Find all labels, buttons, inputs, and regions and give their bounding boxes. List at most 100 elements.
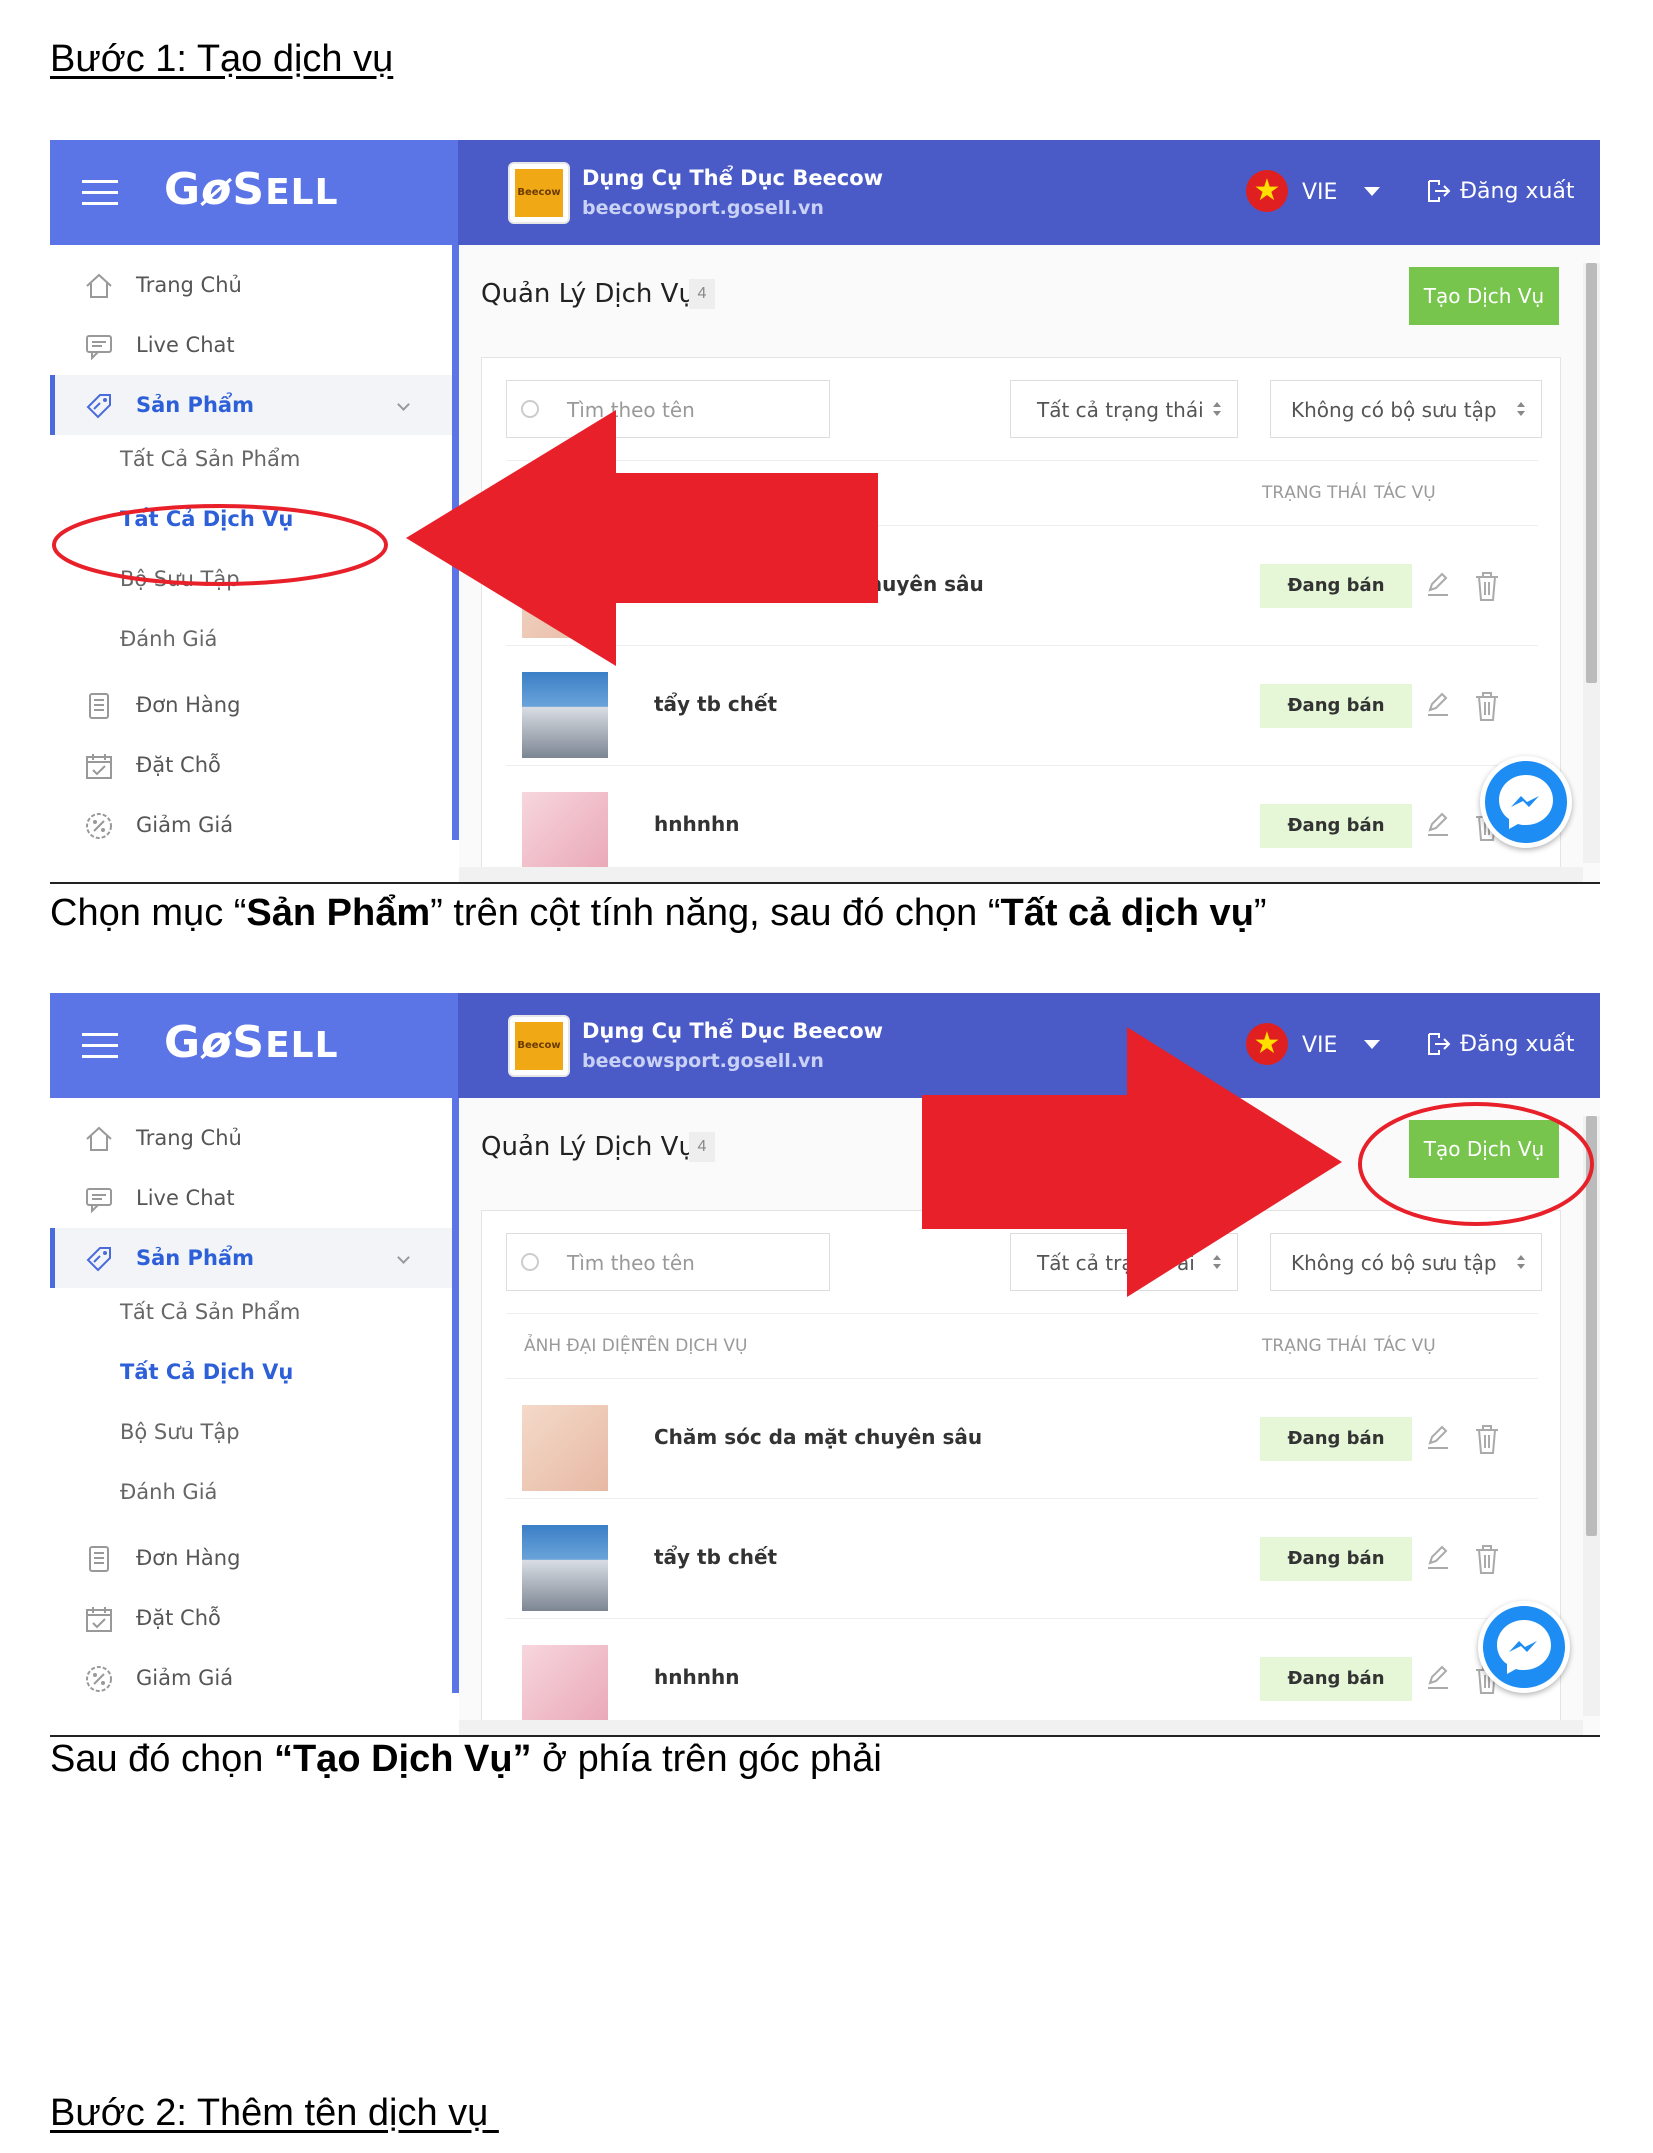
sidebar-item-products[interactable]: Sản Phẩm (50, 375, 452, 435)
sidebar-item-label: Đơn Hàng (136, 693, 241, 717)
main-content: Quản Lý Dịch Vụ 4 Tạo Dịch Vụ Tìm theo t… (459, 1098, 1600, 1735)
sidebar-item-label: Sản Phẩm (136, 1246, 254, 1270)
sidebar-item-discount[interactable]: Giảm Giá (50, 795, 452, 855)
logout-button[interactable]: Đăng xuất (1460, 1032, 1575, 1057)
sidebar: Trang Chủ Live Chat Sản Phẩm Tất Cả Sản … (50, 1098, 458, 1735)
sidebar-divider (452, 1098, 459, 1693)
collection-filter[interactable]: Không có bộ sưu tập (1270, 380, 1542, 438)
sidebar-sub-collections[interactable]: Bộ Sưu Tập (120, 567, 240, 591)
scrollbar-thumb[interactable] (1586, 263, 1597, 683)
hamburger-menu-icon[interactable] (82, 180, 118, 206)
sidebar-item-label: Đơn Hàng (136, 1546, 241, 1570)
chevron-down-icon[interactable] (1364, 1040, 1380, 1049)
edit-icon[interactable] (1424, 1663, 1452, 1691)
scrollbar-thumb[interactable] (1586, 1116, 1597, 1536)
sidebar-sub-all-services[interactable]: Tất Cả Dịch Vụ (120, 1360, 293, 1384)
sort-down-icon (1517, 411, 1525, 416)
sidebar-sub-all-services[interactable]: Tất Cả Dịch Vụ (120, 507, 293, 531)
edit-icon[interactable] (1424, 690, 1452, 718)
trash-icon[interactable] (1472, 570, 1502, 602)
caption-2: Sau đó chọn “Tạo Dịch Vụ” ở phía trên gó… (50, 1738, 882, 1781)
sidebar: Trang Chủ Live Chat Sản Phẩm Tất Cả Sản … (50, 245, 458, 882)
home-icon (86, 1126, 112, 1151)
shop-url: beecowsport.gosell.vn (582, 1050, 824, 1072)
service-thumbnail (522, 672, 608, 758)
sidebar-sub-collections[interactable]: Bộ Sưu Tập (120, 1420, 240, 1444)
search-icon (521, 400, 539, 418)
step1-heading: Bước 1: Tạo dịch vụ (50, 38, 394, 80)
service-name: hnhnhn (654, 812, 740, 836)
status-filter[interactable]: Tất cả trạng thái (1010, 380, 1238, 438)
sidebar-item-live-chat[interactable]: Live Chat (50, 1168, 452, 1228)
sidebar-item-orders[interactable]: Đơn Hàng (50, 1528, 452, 1588)
collection-filter[interactable]: Không có bộ sưu tập (1270, 1233, 1542, 1291)
sidebar-item-home[interactable]: Trang Chủ (50, 1108, 452, 1168)
chevron-down-icon[interactable] (397, 398, 410, 411)
status-filter-label: Tất cả trạn (1037, 1251, 1147, 1275)
vertical-scrollbar[interactable] (1583, 1116, 1600, 1716)
caption-text: ” (1253, 892, 1267, 934)
table-header: TRẠNG THÁI TÁC VỤ (506, 460, 1538, 526)
status-filter[interactable]: Tất cả trạn ái (1010, 1233, 1238, 1291)
sidebar-item-discount[interactable]: Giảm Giá (50, 1648, 452, 1708)
trash-icon[interactable] (1472, 1543, 1502, 1575)
table-row[interactable]: ật chuyên sâu Đang bán (506, 526, 1538, 646)
search-input[interactable]: Tìm theo tên (506, 380, 830, 438)
sidebar-item-orders[interactable]: Đơn Hàng (50, 675, 452, 735)
chevron-down-icon[interactable] (397, 1251, 410, 1264)
sidebar-item-home[interactable]: Trang Chủ (50, 255, 452, 315)
vietnam-flag-icon[interactable]: ★ (1246, 170, 1288, 212)
edit-icon[interactable] (1424, 1543, 1452, 1571)
screenshot-2: GøSELL Beecow Dụng Cụ Thể Dục Beecow bee… (50, 993, 1600, 1737)
sidebar-item-booking[interactable]: Đặt Chỗ (50, 1588, 452, 1648)
chat-icon (86, 335, 112, 361)
edit-icon[interactable] (1424, 1423, 1452, 1451)
logout-button[interactable]: Đăng xuất (1460, 179, 1575, 204)
sort-up-icon (1213, 1255, 1221, 1260)
create-service-button[interactable]: Tạo Dịch Vụ (1409, 267, 1559, 325)
hamburger-menu-icon[interactable] (82, 1033, 118, 1059)
sort-down-icon (1517, 1264, 1525, 1269)
shop-logo: Beecow (508, 1015, 570, 1077)
table-row[interactable]: tẩy tb chết Đang bán (506, 646, 1538, 766)
receipt-icon (89, 693, 109, 719)
gosell-logo: GøSELL (164, 1017, 339, 1068)
calendar-check-icon (86, 754, 112, 779)
sidebar-item-label: Đặt Chỗ (136, 753, 221, 777)
discount-icon (86, 1666, 112, 1692)
chevron-down-icon[interactable] (1364, 187, 1380, 196)
create-service-button[interactable]: Tạo Dịch Vụ (1409, 1120, 1559, 1178)
step2-heading: Bước 2: Thêm tên dịch vụ (50, 2092, 499, 2134)
sidebar-item-products[interactable]: Sản Phẩm (50, 1228, 452, 1288)
horizontal-scrollbar[interactable] (459, 867, 1583, 882)
sidebar-sub-reviews[interactable]: Đánh Giá (120, 627, 217, 651)
caption-text: ở phía trên góc phải (531, 1738, 882, 1780)
language-selector[interactable]: VIE (1302, 180, 1337, 205)
sidebar-item-label: Trang Chủ (136, 273, 242, 297)
language-selector[interactable]: VIE (1302, 1033, 1337, 1058)
logout-icon[interactable] (1426, 178, 1452, 204)
calendar-check-icon (86, 1607, 112, 1632)
trash-icon[interactable] (1472, 690, 1502, 722)
horizontal-scrollbar[interactable] (459, 1720, 1583, 1735)
trash-icon[interactable] (1472, 1423, 1502, 1455)
edit-icon[interactable] (1424, 810, 1452, 838)
table-row[interactable]: tẩy tb chết Đang bán (506, 1499, 1538, 1619)
messenger-icon[interactable] (1480, 756, 1572, 848)
vietnam-flag-icon[interactable]: ★ (1246, 1023, 1288, 1065)
status-badge: Đang bán (1260, 1657, 1412, 1701)
search-input[interactable]: Tìm theo tên (506, 1233, 830, 1291)
sidebar-item-live-chat[interactable]: Live Chat (50, 315, 452, 375)
table-row[interactable]: Chăm sóc da mặt chuyên sâu Đang bán (506, 1379, 1538, 1499)
sidebar-sub-reviews[interactable]: Đánh Giá (120, 1480, 217, 1504)
vertical-scrollbar[interactable] (1583, 263, 1600, 863)
sidebar-item-booking[interactable]: Đặt Chỗ (50, 735, 452, 795)
sidebar-sub-all-products[interactable]: Tất Cả Sản Phẩm (120, 447, 300, 471)
sidebar-sub-all-products[interactable]: Tất Cả Sản Phẩm (120, 1300, 300, 1324)
service-name: hnhnhn (654, 1665, 740, 1689)
logout-icon[interactable] (1426, 1031, 1452, 1057)
sort-up-icon (1517, 1255, 1525, 1260)
edit-icon[interactable] (1424, 570, 1452, 598)
messenger-icon[interactable] (1478, 1601, 1570, 1693)
status-badge: Đang bán (1260, 804, 1412, 848)
